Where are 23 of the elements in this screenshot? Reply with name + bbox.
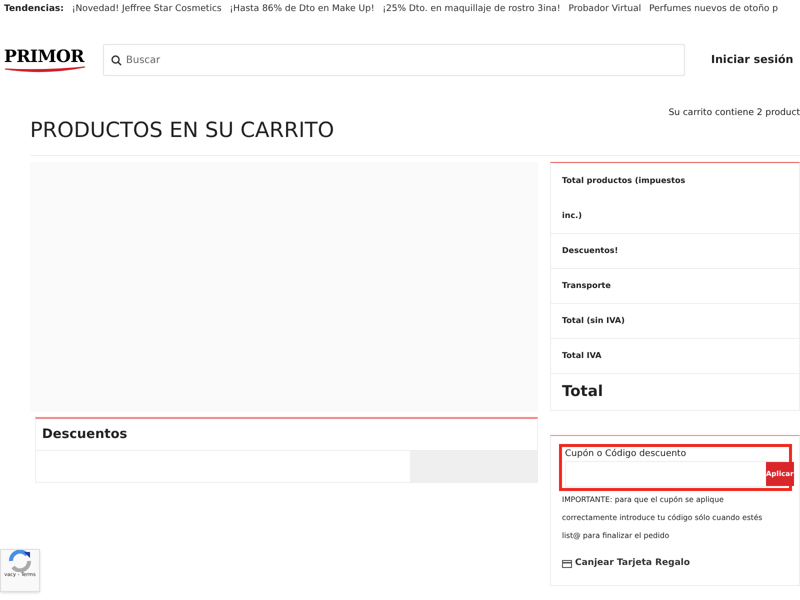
search-icon [111, 55, 122, 66]
search-field[interactable]: Buscar [103, 44, 685, 76]
trend-link[interactable]: ¡25% Dto. en maquillaje de rostro 3ina! [382, 3, 560, 17]
trend-link[interactable]: Probador Virtual [568, 3, 642, 17]
summary-label: Total IVA [562, 350, 602, 362]
summary-label: Transporte [562, 280, 611, 292]
login-link[interactable]: Iniciar sesión [711, 52, 794, 68]
summary-label: Total [562, 381, 603, 402]
summary-label: Total (sin IVA) [562, 314, 625, 326]
trend-link[interactable]: ¡Hasta 86% de Dto en Make Up! [230, 3, 374, 17]
card-icon [562, 560, 572, 568]
trends-label: Tendencias: [4, 3, 64, 16]
recaptcha-icon [7, 550, 33, 572]
trend-link[interactable]: Perfumes nuevos de otoño p [649, 3, 778, 17]
trend-link[interactable]: ¡Novedad! Jeffree Star Cosmetics [72, 3, 222, 17]
page-title: PRODUCTOS EN SU CARRITO [30, 117, 334, 144]
cart-count-text: Su carrito contiene 2 product [668, 107, 800, 120]
logo-swoosh-icon [4, 66, 86, 72]
summary-label: Total productos (impuestos inc.) [562, 174, 686, 222]
logo[interactable]: PRIMOR [4, 48, 84, 66]
gift-card-link[interactable]: Canjear Tarjeta Regalo [575, 557, 690, 570]
summary-label: Descuentos! [562, 244, 618, 256]
coupon-label: Cupón o Código descuento [565, 448, 688, 460]
